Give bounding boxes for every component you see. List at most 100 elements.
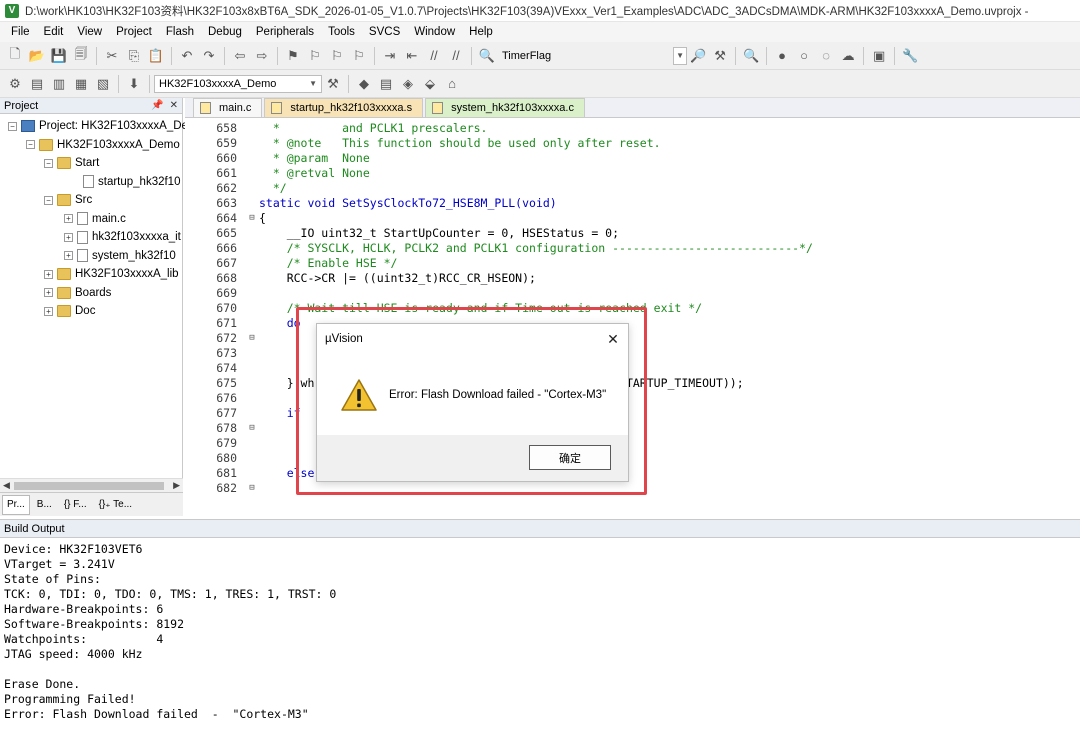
expand-icon[interactable]: +	[44, 288, 53, 298]
select-packs-icon[interactable]: ▤	[376, 74, 396, 94]
comment-icon[interactable]: //	[424, 46, 444, 66]
fold-marker[interactable]: ⊟	[245, 483, 259, 493]
redo-icon[interactable]: ↷	[199, 46, 219, 66]
prev-bookmark-icon[interactable]: ⚐	[305, 46, 325, 66]
save-all-icon[interactable]: 🗐	[71, 46, 91, 66]
debug-session-icon[interactable]: 🔍	[741, 46, 761, 66]
menu-debug[interactable]: Debug	[201, 26, 249, 38]
undo-icon[interactable]: ↶	[177, 46, 197, 66]
new-file-icon[interactable]: 🗋	[5, 46, 25, 66]
target-select[interactable]: HK32F103xxxxA_Demo ▼	[154, 74, 322, 93]
find-icon[interactable]: 🔎	[688, 46, 708, 66]
tab-main-c[interactable]: main.c	[193, 98, 263, 117]
find-dropdown[interactable]: ▼	[673, 46, 688, 65]
collapse-icon[interactable]: −	[26, 140, 35, 150]
tree-item-system-file[interactable]: + system_hk32f10	[0, 247, 182, 266]
target-options-icon[interactable]: ⚒	[323, 74, 343, 94]
indent-icon[interactable]: ⇥	[380, 46, 400, 66]
window-layout-icon[interactable]: ▣	[869, 46, 889, 66]
error-dialog: µVision ✕ Error: Flash Download failed -…	[316, 323, 629, 482]
line-number: 674	[216, 360, 237, 375]
fold-marker[interactable]: ⊟	[245, 213, 259, 223]
find-in-files-icon[interactable]: 🔍	[477, 46, 497, 66]
menu-flash[interactable]: Flash	[159, 26, 201, 38]
clear-bookmarks-icon[interactable]: ⚐	[349, 46, 369, 66]
tab-startup-file[interactable]: startup_hk32f103xxxxa.s	[264, 98, 424, 117]
project-horizontal-scrollbar[interactable]: ◀ ▶	[0, 478, 183, 492]
pin-icon[interactable]: 📌	[151, 100, 163, 111]
expand-icon[interactable]: +	[44, 269, 53, 279]
menu-tools[interactable]: Tools	[321, 26, 362, 38]
configure-icon[interactable]: 🔧	[900, 46, 920, 66]
unindent-icon[interactable]: ⇤	[402, 46, 422, 66]
download-icon[interactable]: ⬇	[124, 74, 144, 94]
pack-installer-icon[interactable]: ⬙	[420, 74, 440, 94]
build-output-line: Device: HK32F103VET6	[4, 542, 143, 556]
tree-item-src[interactable]: − Src	[0, 191, 182, 210]
stop-build-icon[interactable]: ▧	[93, 74, 113, 94]
copy-icon[interactable]: ⎘	[124, 46, 144, 66]
tree-item-project-root[interactable]: − Project: HK32F103xxxxA_De	[0, 117, 188, 136]
tree-item-boards[interactable]: + Boards	[0, 284, 182, 303]
breakpoint-icon[interactable]: ●	[772, 46, 792, 66]
close-icon[interactable]: ✕	[598, 324, 628, 354]
menu-window[interactable]: Window	[407, 26, 462, 38]
fold-marker[interactable]: ⊟	[245, 333, 259, 343]
ok-button[interactable]: 确定	[529, 445, 611, 470]
scroll-right-icon[interactable]: ▶	[173, 480, 180, 491]
close-icon[interactable]: ✕	[170, 100, 178, 111]
collapse-icon[interactable]: −	[44, 195, 53, 205]
tab-project[interactable]: Pr...	[2, 494, 30, 515]
translate-icon[interactable]: ⚙	[5, 74, 25, 94]
tree-item-it-file[interactable]: + hk32f103xxxxa_it	[0, 228, 182, 247]
uncomment-icon[interactable]: //	[446, 46, 466, 66]
tab-system-file[interactable]: system_hk32f103xxxxa.c	[425, 98, 585, 117]
kill-breakpoints-icon[interactable]: ☁	[838, 46, 858, 66]
disable-all-breakpoints-icon[interactable]: ◌	[816, 46, 836, 66]
menu-help[interactable]: Help	[462, 26, 500, 38]
nav-forward-icon[interactable]: ⇨	[252, 46, 272, 66]
fold-marker[interactable]: ⊟	[245, 423, 259, 433]
paste-icon[interactable]: 📋	[146, 46, 166, 66]
tab-templates[interactable]: {}₊ Te...	[94, 495, 137, 515]
tree-item-doc[interactable]: + Doc	[0, 302, 182, 321]
cut-icon[interactable]: ✂	[102, 46, 122, 66]
bookmark-icon[interactable]: ⚑	[283, 46, 303, 66]
manage-components-icon[interactable]: ◆	[354, 74, 374, 94]
tree-item-lib[interactable]: + HK32F103xxxxA_lib	[0, 265, 182, 284]
menu-peripherals[interactable]: Peripherals	[249, 26, 321, 38]
menu-edit[interactable]: Edit	[37, 26, 71, 38]
expand-icon[interactable]: +	[64, 232, 73, 242]
scrollbar-thumb[interactable]	[14, 482, 164, 490]
expand-icon[interactable]: +	[44, 306, 53, 316]
tree-item-demo-target[interactable]: − HK32F103xxxxA_Demo	[0, 136, 182, 155]
incremental-find-icon[interactable]: ⚒	[710, 46, 730, 66]
expand-icon[interactable]: +	[64, 251, 73, 261]
collapse-icon[interactable]: −	[8, 121, 17, 131]
manage-rte-icon[interactable]: ◈	[398, 74, 418, 94]
build-icon[interactable]: ▤	[27, 74, 47, 94]
batch-build-icon[interactable]: ▦	[71, 74, 91, 94]
open-folder-icon[interactable]: 📂	[27, 46, 47, 66]
rebuild-icon[interactable]: ▥	[49, 74, 69, 94]
find-text[interactable]: TimerFlag	[502, 50, 551, 62]
menu-file[interactable]: File	[4, 26, 37, 38]
expand-icon[interactable]: +	[64, 214, 73, 224]
collapse-icon[interactable]: −	[44, 158, 53, 168]
build-output-line: Error: Flash Download failed - "Cortex-M…	[4, 707, 309, 721]
tab-books[interactable]: B...	[32, 495, 57, 515]
menu-project[interactable]: Project	[109, 26, 159, 38]
disable-breakpoint-icon[interactable]: ○	[794, 46, 814, 66]
tree-item-start[interactable]: − Start	[0, 154, 182, 173]
file-icon	[77, 212, 88, 226]
software-packs-icon[interactable]: ⌂	[442, 74, 462, 94]
tree-item-main-c[interactable]: + main.c	[0, 210, 182, 229]
nav-back-icon[interactable]: ⇦	[230, 46, 250, 66]
menu-view[interactable]: View	[70, 26, 109, 38]
scroll-left-icon[interactable]: ◀	[3, 480, 10, 491]
next-bookmark-icon[interactable]: ⚐	[327, 46, 347, 66]
tree-item-startup-file[interactable]: startup_hk32f10	[0, 173, 182, 192]
tab-functions[interactable]: {} F...	[59, 495, 92, 515]
save-icon[interactable]: 💾	[49, 46, 69, 66]
menu-svcs[interactable]: SVCS	[362, 26, 407, 38]
